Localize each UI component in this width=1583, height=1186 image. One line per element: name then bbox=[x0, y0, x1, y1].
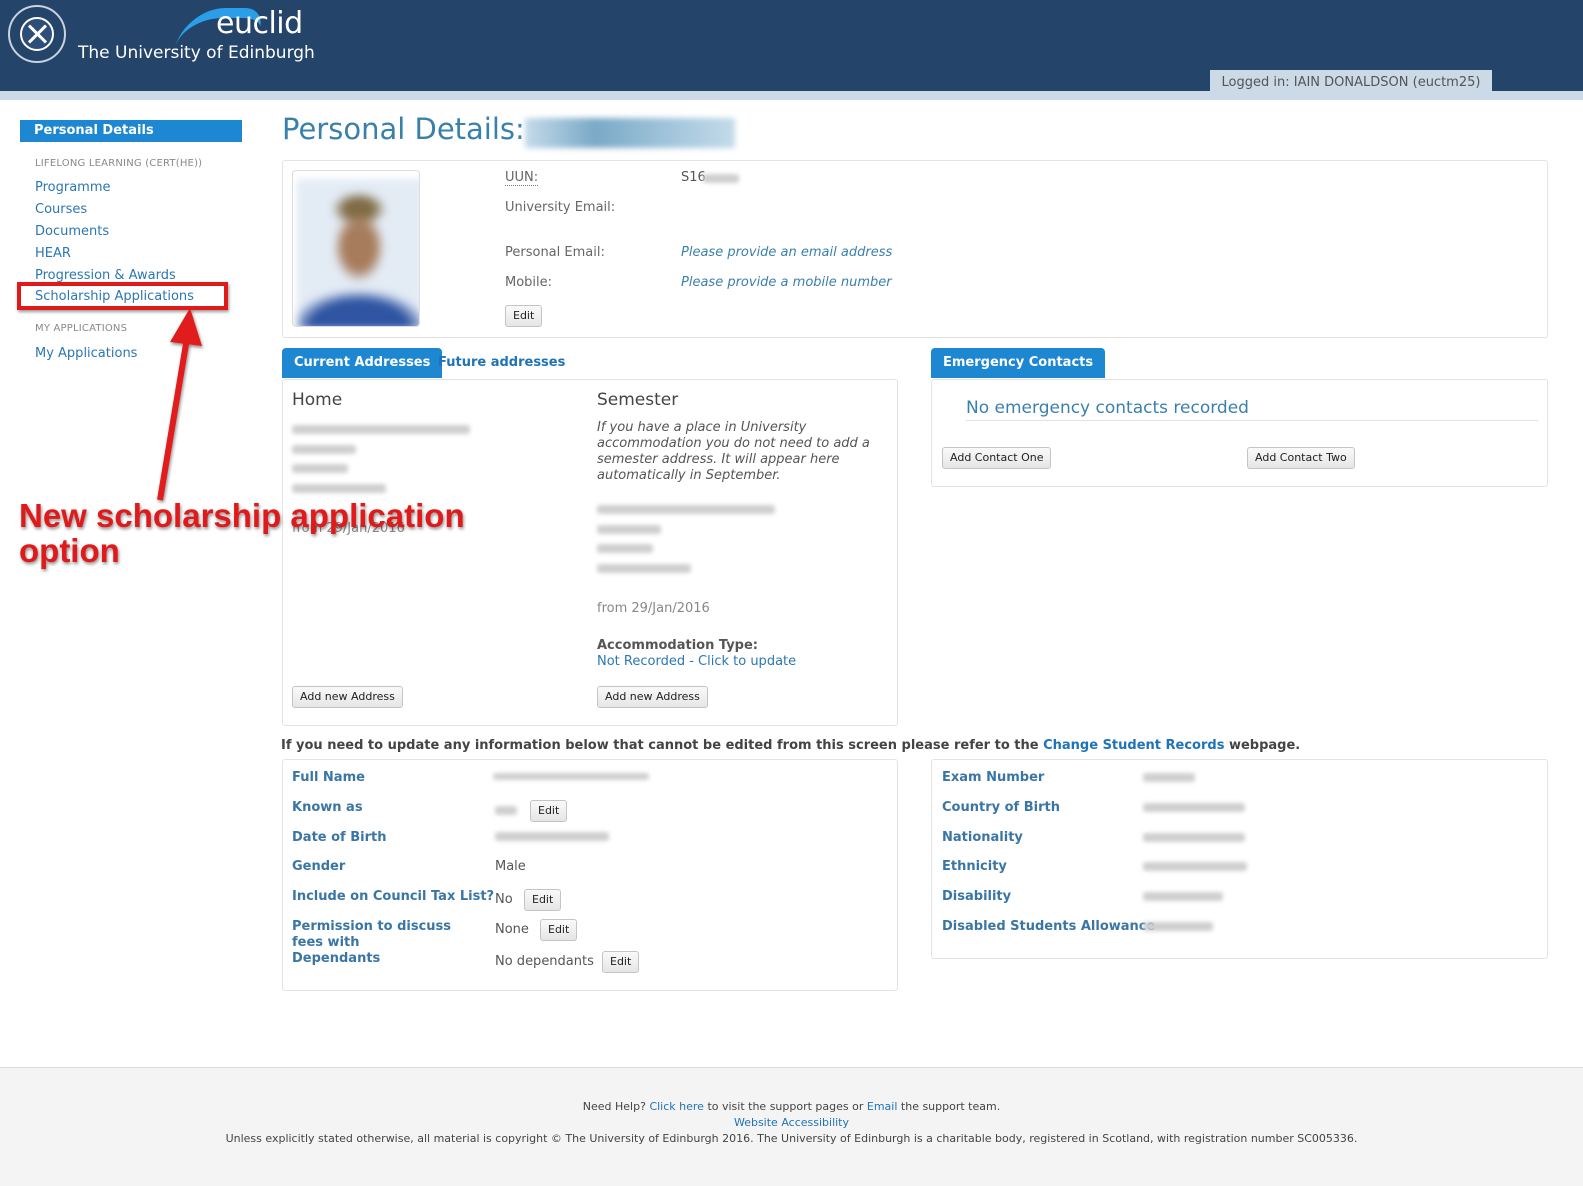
sidebar-item-my-applications[interactable]: My Applications bbox=[35, 346, 137, 361]
council-tax-label: Include on Council Tax List? bbox=[292, 889, 495, 904]
accommodation-type-label: Accommodation Type: bbox=[597, 638, 759, 653]
council-tax-value: No bbox=[495, 892, 513, 907]
full-name-label: Full Name bbox=[292, 770, 365, 785]
website-accessibility-link[interactable]: Website Accessibility bbox=[734, 1116, 849, 1129]
sidebar-heading-my-applications: MY APPLICATIONS bbox=[35, 323, 128, 334]
redacted-home-line-1 bbox=[292, 425, 470, 434]
redacted-country-of-birth bbox=[1143, 803, 1245, 812]
help-prefix: Need Help? bbox=[582, 1100, 646, 1113]
edit-known-as-button[interactable]: Edit bbox=[530, 800, 568, 822]
redacted-dsa bbox=[1143, 922, 1213, 931]
no-emergency-contacts-message: No emergency contacts recorded bbox=[966, 398, 1249, 418]
dependants-value: No dependants bbox=[495, 954, 594, 969]
exam-number-label: Exam Number bbox=[942, 770, 1045, 785]
support-pages-link[interactable]: Click here bbox=[649, 1100, 704, 1113]
notice-prefix: If you need to update any information be… bbox=[281, 738, 1039, 753]
change-student-records-link[interactable]: Change Student Records bbox=[1043, 738, 1224, 753]
divider bbox=[966, 420, 1538, 421]
redacted-ethnicity bbox=[1143, 862, 1247, 871]
sidebar-item-progression-awards[interactable]: Progression & Awards bbox=[35, 268, 176, 283]
redacted-disability bbox=[1143, 892, 1223, 901]
disability-label: Disability bbox=[942, 889, 1012, 904]
redacted-known-as bbox=[495, 806, 517, 815]
university-name: The University of Edinburgh bbox=[78, 43, 315, 63]
tab-current-addresses[interactable]: Current Addresses bbox=[282, 348, 443, 378]
site-footer: Need Help? Click here to visit the suppo… bbox=[0, 1067, 1583, 1186]
permission-fees-value: None bbox=[495, 922, 529, 937]
semester-address-heading: Semester bbox=[597, 390, 679, 410]
university-crest-logo[interactable] bbox=[8, 5, 66, 63]
redacted-semester-line-4 bbox=[597, 564, 691, 573]
gender-value: Male bbox=[495, 859, 526, 874]
crest-shield-icon bbox=[20, 17, 54, 51]
email-support-link[interactable]: Email bbox=[867, 1100, 898, 1113]
home-address-heading: Home bbox=[292, 390, 343, 410]
personal-email-label: Personal Email: bbox=[505, 245, 605, 260]
mobile-label: Mobile: bbox=[505, 275, 553, 290]
redacted-semester-line-1 bbox=[597, 505, 775, 514]
add-home-address-button[interactable]: Add new Address bbox=[292, 686, 403, 708]
profile-panel bbox=[282, 160, 1548, 338]
redacted-uun bbox=[703, 174, 739, 183]
help-mid: to visit the support pages or bbox=[707, 1100, 864, 1113]
ethnicity-label: Ethnicity bbox=[942, 859, 1007, 874]
sidebar-item-personal-details[interactable]: Personal Details bbox=[20, 120, 242, 142]
redacted-semester-line-3 bbox=[597, 544, 653, 553]
page-title: Personal Details: bbox=[282, 112, 525, 146]
annotation-line-1: New scholarship application bbox=[19, 497, 465, 534]
edit-dependants-button[interactable]: Edit bbox=[602, 951, 640, 973]
add-contact-one-button[interactable]: Add Contact One bbox=[942, 447, 1052, 469]
add-contact-two-button[interactable]: Add Contact Two bbox=[1247, 447, 1355, 469]
known-as-label: Known as bbox=[292, 800, 363, 815]
redacted-student-name bbox=[525, 118, 735, 148]
dsa-label: Disabled Students Allowance bbox=[942, 919, 1156, 934]
dependants-label: Dependants bbox=[292, 951, 381, 966]
copyright-text: Unless explicitly stated otherwise, all … bbox=[225, 1132, 1358, 1145]
permission-fees-label: Permission to discuss fees with bbox=[292, 919, 452, 950]
annotation-arrow-icon bbox=[157, 308, 202, 501]
help-line: Need Help? Click here to visit the suppo… bbox=[0, 1100, 1583, 1113]
edit-contact-button[interactable]: Edit bbox=[505, 305, 543, 327]
personal-email-link[interactable]: Please provide an email address bbox=[681, 245, 892, 260]
redacted-home-line-4 bbox=[292, 484, 386, 493]
add-semester-address-button[interactable]: Add new Address bbox=[597, 686, 708, 708]
edit-council-tax-button[interactable]: Edit bbox=[524, 889, 562, 911]
student-photo bbox=[292, 170, 420, 327]
country-of-birth-label: Country of Birth bbox=[942, 800, 1060, 815]
mobile-link[interactable]: Please provide a mobile number bbox=[681, 275, 892, 290]
redacted-nationality bbox=[1143, 833, 1245, 842]
euclid-brand[interactable]: euclid bbox=[216, 6, 303, 41]
semester-from-date: from 29/Jan/2016 bbox=[597, 601, 710, 616]
redacted-home-line-2 bbox=[292, 445, 356, 454]
emergency-contacts-panel bbox=[931, 379, 1548, 487]
annotation-label: New scholarship application option bbox=[19, 498, 465, 568]
annotation-line-2: option bbox=[19, 532, 120, 569]
header-strip bbox=[0, 91, 1583, 100]
gender-label: Gender bbox=[292, 859, 346, 874]
sidebar-item-documents[interactable]: Documents bbox=[35, 224, 109, 239]
edit-permission-fees-button[interactable]: Edit bbox=[540, 919, 578, 941]
nationality-label: Nationality bbox=[942, 830, 1023, 845]
help-suffix: the support team. bbox=[900, 1100, 1001, 1113]
notice-suffix: webpage. bbox=[1228, 738, 1301, 753]
sidebar-heading-lifelong-learning: LIFELONG LEARNING (CERT(HE)) bbox=[35, 158, 203, 169]
uun-label: UUN: bbox=[505, 170, 539, 186]
semester-note: If you have a place in University accomm… bbox=[597, 420, 870, 483]
sidebar-item-hear[interactable]: HEAR bbox=[35, 246, 71, 261]
redacted-semester-line-2 bbox=[597, 525, 661, 534]
redacted-exam-number bbox=[1143, 773, 1195, 782]
sidebar-item-courses[interactable]: Courses bbox=[35, 202, 87, 217]
university-email-label: University Email: bbox=[505, 200, 616, 215]
accessibility-line: Website Accessibility bbox=[0, 1116, 1583, 1129]
accommodation-type-link[interactable]: Not Recorded - Click to update bbox=[597, 654, 796, 669]
redacted-date-of-birth bbox=[495, 832, 609, 841]
tab-future-addresses[interactable]: Future addresses bbox=[438, 348, 565, 378]
tab-emergency-contacts[interactable]: Emergency Contacts bbox=[931, 348, 1106, 378]
redacted-full-name bbox=[493, 773, 649, 780]
site-header: euclid The University of Edinburgh Logge… bbox=[0, 0, 1583, 94]
change-records-notice: If you need to update any information be… bbox=[281, 738, 1300, 753]
redacted-home-line-3 bbox=[292, 464, 348, 473]
sidebar-item-programme[interactable]: Programme bbox=[35, 180, 111, 195]
date-of-birth-label: Date of Birth bbox=[292, 830, 387, 845]
